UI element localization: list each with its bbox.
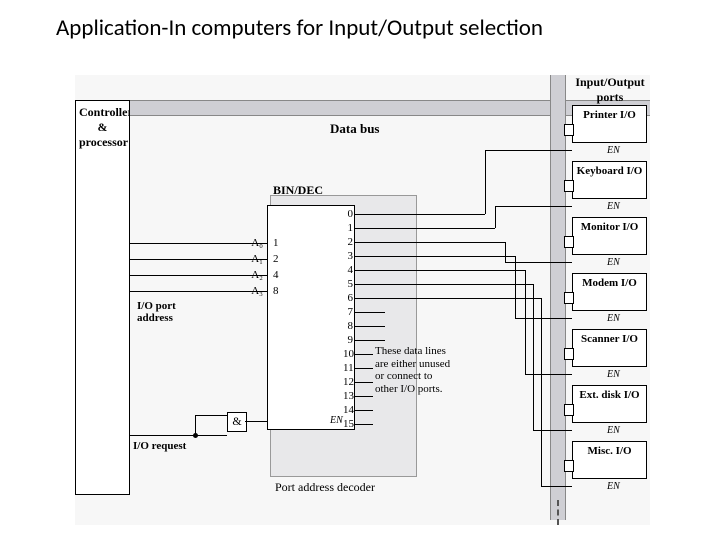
wire-dec-15 — [355, 424, 373, 425]
io-request-label: I/O request — [133, 440, 186, 452]
io-modem: Modem I/O — [572, 273, 647, 311]
wire-dec-5b — [533, 284, 534, 430]
wire-dec-7 — [355, 312, 385, 313]
decoder-title: BIN/DEC — [273, 183, 323, 198]
decoder-out-3: 3 — [343, 250, 353, 262]
bus-tap-scanner — [564, 348, 574, 360]
wire-dec-5c — [533, 430, 572, 431]
io-scanner-label: Scanner I/O — [581, 333, 638, 345]
wire-dec-0c — [485, 150, 572, 151]
wire-and-in1b — [195, 415, 227, 416]
page-title: Application-In computers for Input/Outpu… — [56, 14, 543, 42]
wire-a3 — [130, 291, 267, 292]
wire-dec-3c — [515, 318, 572, 319]
io-misc-label: Misc. I/O — [588, 445, 632, 457]
wire-dec-13 — [355, 396, 373, 397]
data-bus-label: Data bus — [330, 121, 380, 137]
wire-dec-4a — [355, 270, 525, 271]
decoder-out-5: 5 — [343, 278, 353, 290]
controller-processor-block: Controller & processor — [75, 100, 130, 495]
decoder-out-6: 6 — [343, 292, 353, 304]
and-gate: & — [227, 412, 247, 432]
bus-tap-keyboard — [564, 180, 574, 192]
wire-a0 — [130, 243, 267, 244]
wire-dec-1a — [355, 228, 495, 229]
io-scanner: Scanner I/O — [572, 329, 647, 367]
wire-dec-2a — [355, 242, 505, 243]
wire-dec-6a — [355, 298, 541, 299]
wire-dec-0a — [355, 214, 485, 215]
bus-continuation-icon — [557, 500, 559, 525]
wire-dec-12 — [355, 382, 373, 383]
wire-dec-10 — [355, 354, 373, 355]
io-printer-label: Printer I/O — [583, 109, 636, 121]
wire-dec-0b — [485, 150, 486, 214]
io-modem-en: EN — [607, 313, 620, 324]
decoder-en-label: EN — [330, 415, 343, 426]
diagram-canvas: Controller & processor Data bus Input/Ou… — [75, 75, 650, 525]
io-ext-disk: Ext. disk I/O — [572, 385, 647, 423]
wire-and-in1 — [195, 415, 196, 435]
wire-dec-3a — [355, 256, 515, 257]
io-ext-disk-label: Ext. disk I/O — [579, 389, 639, 401]
decoder-out-12: 12 — [343, 376, 353, 388]
decoder-out-2: 2 — [343, 236, 353, 248]
decoder-caption: Port address decoder — [275, 480, 375, 495]
decoder-out-10: 10 — [343, 348, 353, 360]
wire-io-request — [130, 435, 227, 436]
io-port-address-label: I/O port address — [137, 300, 197, 324]
decoder-out-13: 13 — [343, 390, 353, 402]
wire-dec-1b — [495, 206, 496, 228]
wire-a1 — [130, 259, 267, 260]
io-printer-en: EN — [607, 145, 620, 156]
io-monitor: Monitor I/O — [572, 217, 647, 255]
decoder-in-8: 8 — [273, 285, 283, 297]
wire-dec-1c — [495, 206, 572, 207]
decoder-out-0: 0 — [343, 208, 353, 220]
wire-dec-2b — [505, 242, 506, 262]
wire-dec-14 — [355, 410, 373, 411]
wire-dec-3b — [515, 256, 516, 318]
decoder-out-7: 7 — [343, 306, 353, 318]
decoder-in-1: 1 — [273, 237, 283, 249]
wire-dec-4b — [525, 270, 526, 374]
unused-lines-note: These data lines are either unused or co… — [375, 345, 455, 396]
decoder-in-4: 4 — [273, 269, 283, 281]
bus-tap-ext-disk — [564, 404, 574, 416]
io-monitor-en: EN — [607, 257, 620, 268]
io-scanner-en: EN — [607, 369, 620, 380]
io-printer: Printer I/O — [572, 105, 647, 143]
wire-dec-11 — [355, 368, 373, 369]
wire-dec-9 — [355, 340, 385, 341]
io-keyboard-label: Keyboard I/O — [577, 165, 643, 177]
bus-tap-modem — [564, 292, 574, 304]
bus-tap-monitor — [564, 236, 574, 248]
wire-dec-6b — [541, 298, 542, 486]
wire-a2 — [130, 275, 267, 276]
decoder-out-11: 11 — [343, 362, 353, 374]
bus-tap-misc — [564, 460, 574, 472]
decoder-in-2: 2 — [273, 253, 283, 265]
decoder-out-4: 4 — [343, 264, 353, 276]
bus-tap-printer — [564, 124, 574, 136]
io-modem-label: Modem I/O — [582, 277, 637, 289]
decoder-out-1: 1 — [343, 222, 353, 234]
controller-processor-label: Controller & processor — [79, 105, 126, 150]
decoder-out-8: 8 — [343, 320, 353, 332]
io-misc: Misc. I/O — [572, 441, 647, 479]
wire-dec-6c — [541, 486, 572, 487]
io-misc-en: EN — [607, 481, 620, 492]
decoder-out-14: 14 — [343, 404, 353, 416]
io-keyboard: Keyboard I/O — [572, 161, 647, 199]
io-ext-disk-en: EN — [607, 425, 620, 436]
wire-dec-8 — [355, 326, 385, 327]
wire-and-out — [245, 421, 267, 422]
wire-dec-5a — [355, 284, 533, 285]
decoder-out-9: 9 — [343, 334, 353, 346]
io-keyboard-en: EN — [607, 201, 620, 212]
io-ports-header: Input/Output ports — [570, 75, 650, 105]
decoder-out-15: 15 — [343, 418, 353, 430]
io-monitor-label: Monitor I/O — [581, 221, 639, 233]
